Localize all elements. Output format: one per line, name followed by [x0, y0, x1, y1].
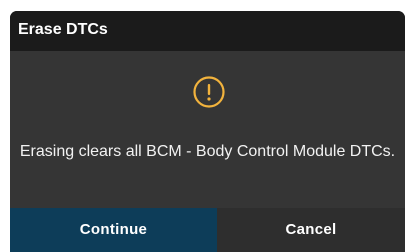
- dialog-title-bar: Erase DTCs: [10, 11, 405, 51]
- continue-button[interactable]: Continue: [10, 208, 217, 252]
- cancel-button[interactable]: Cancel: [217, 208, 405, 252]
- dialog-title: Erase DTCs: [18, 21, 108, 38]
- erase-dtcs-dialog: Erase DTCs Erasing clears all BCM - Body…: [10, 11, 405, 252]
- dialog-message: Erasing clears all BCM - Body Control Mo…: [19, 143, 396, 160]
- warning-circle-icon: [193, 76, 225, 108]
